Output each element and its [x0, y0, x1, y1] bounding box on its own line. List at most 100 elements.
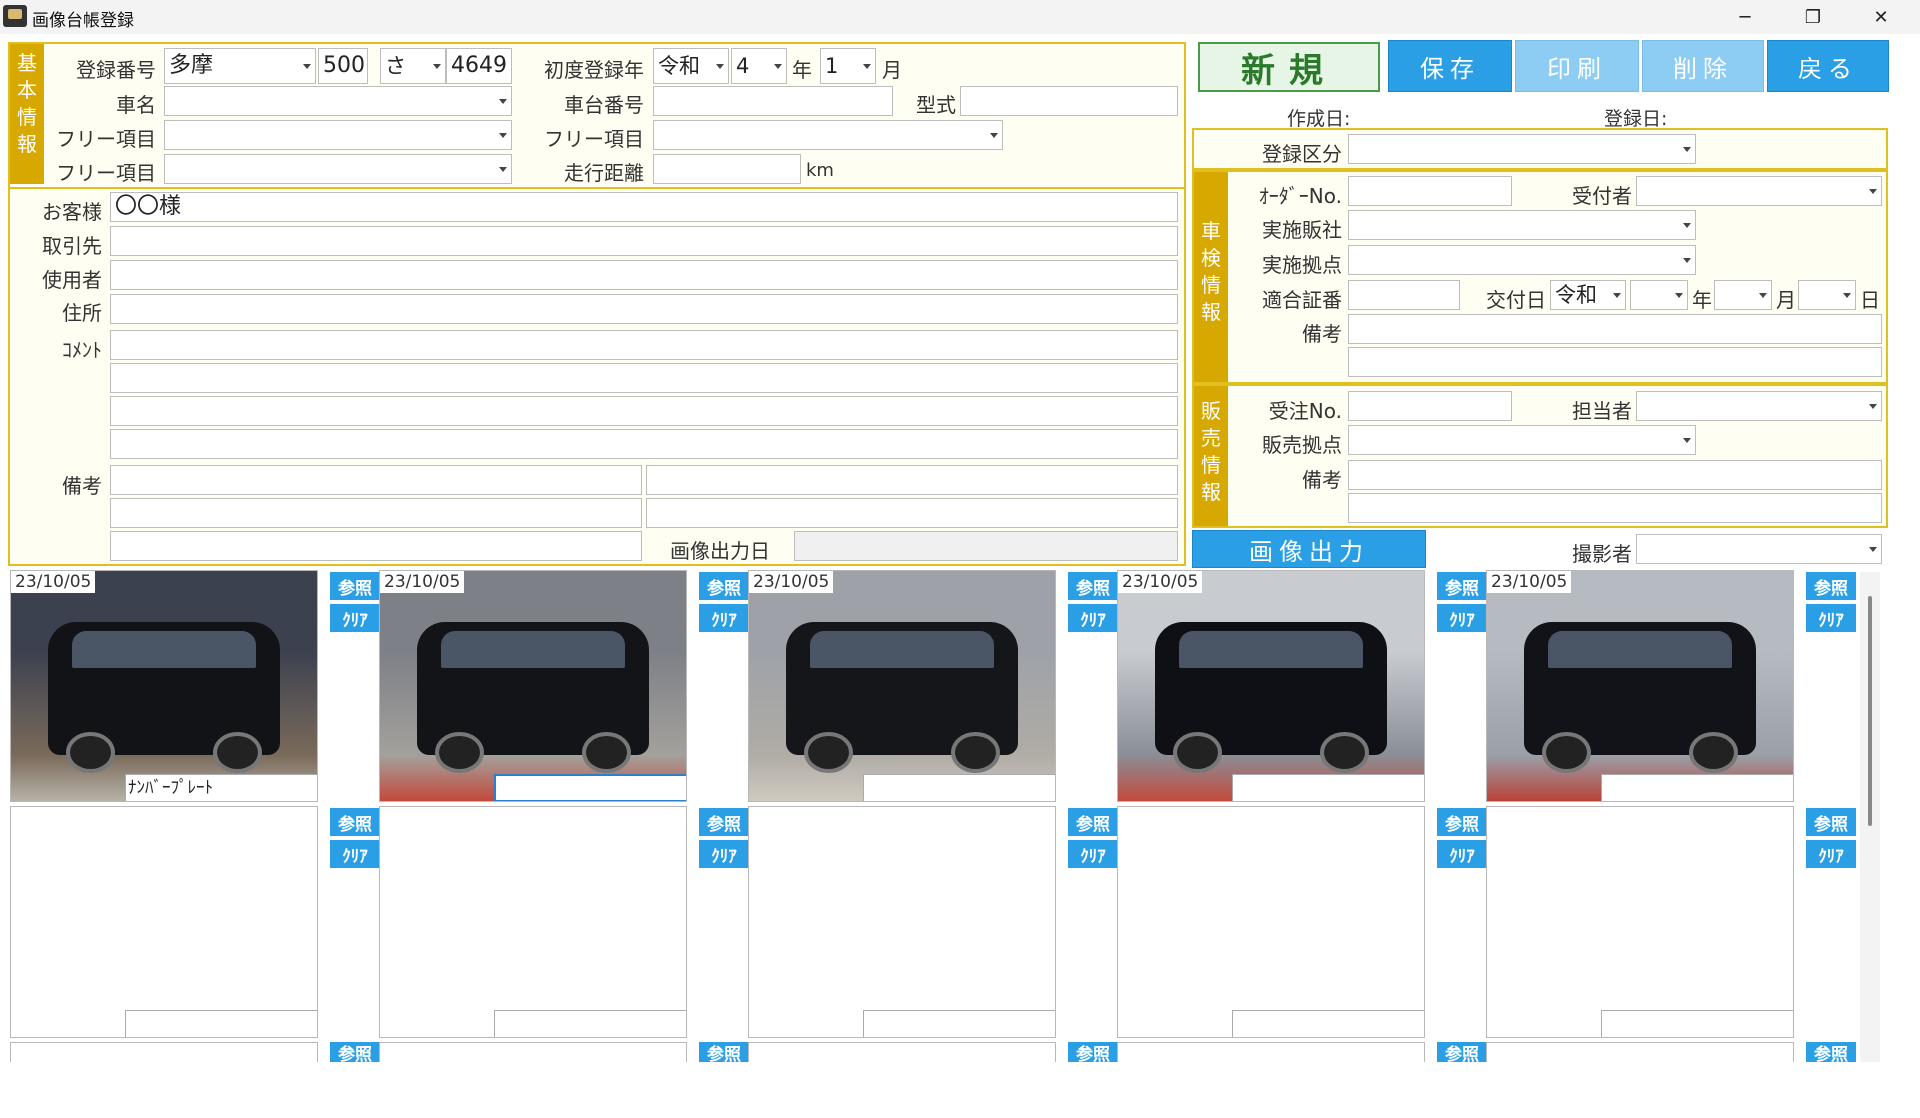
photo-caption-field[interactable]: ﾅﾝﾊﾞｰﾌﾟﾚｰﾄ	[125, 774, 317, 801]
address-field[interactable]	[110, 294, 1178, 324]
print-button[interactable]: 印刷	[1515, 40, 1639, 92]
photo-ref-button[interactable]: 参照	[1806, 808, 1856, 836]
cert-field[interactable]	[1348, 280, 1460, 310]
photo-slot[interactable]: 23/10/05	[748, 570, 1056, 802]
photo-slot[interactable]	[1486, 806, 1794, 1038]
close-icon[interactable]: ✕	[1852, 0, 1910, 34]
photo-caption-field[interactable]	[863, 1010, 1055, 1037]
photo-ref-button[interactable]: 参照	[699, 572, 749, 600]
image-output-button[interactable]: 画像出力	[1192, 530, 1426, 568]
photo-slot[interactable]	[748, 806, 1056, 1038]
mileage-field[interactable]	[653, 154, 801, 184]
photo-ref-button[interactable]: 参照	[330, 808, 380, 836]
notes-field-3[interactable]	[110, 498, 642, 528]
car-name-select[interactable]	[164, 86, 512, 116]
photo-slot[interactable]: 23/10/05	[379, 570, 687, 802]
save-button[interactable]: 保存	[1388, 40, 1512, 92]
photo-caption-field[interactable]	[1232, 774, 1424, 801]
inspection-notes-field-1[interactable]	[1348, 314, 1882, 344]
comment-field-1[interactable]	[110, 330, 1178, 360]
photo-ref-button[interactable]: 参照	[1806, 572, 1856, 600]
photo-ref-button[interactable]: 参照	[330, 572, 380, 600]
photographer-select[interactable]	[1636, 534, 1882, 564]
model-field[interactable]	[960, 86, 1178, 116]
photo-scrollbar-thumb[interactable]	[1868, 596, 1872, 826]
photo-clear-button[interactable]: ｸﾘｱ	[699, 840, 749, 868]
sales-base-select[interactable]	[1348, 425, 1696, 455]
comment-field-3[interactable]	[110, 396, 1178, 426]
photo-ref-button[interactable]: 参照	[699, 1042, 749, 1065]
notes-field-1[interactable]	[110, 465, 642, 495]
issue-year-select[interactable]	[1630, 280, 1688, 310]
sales-notes-field-1[interactable]	[1348, 460, 1882, 490]
photo-caption-field[interactable]	[1232, 1010, 1424, 1037]
photo-clear-button[interactable]: ｸﾘｱ	[330, 604, 380, 632]
photo-clear-button[interactable]: ｸﾘｱ	[1437, 840, 1487, 868]
inspection-notes-field-2[interactable]	[1348, 347, 1882, 377]
notes-field-4[interactable]	[646, 498, 1178, 528]
issue-month-select[interactable]	[1714, 280, 1772, 310]
staff-select[interactable]	[1636, 391, 1882, 421]
photo-clear-button[interactable]: ｸﾘｱ	[1806, 840, 1856, 868]
photo-caption-field[interactable]	[1601, 774, 1793, 801]
photo-clear-button[interactable]: ｸﾘｱ	[1806, 604, 1856, 632]
free-item2-select[interactable]	[164, 154, 512, 184]
photo-caption-field[interactable]	[494, 774, 686, 801]
year-select[interactable]: 4	[731, 48, 787, 84]
sales-order-no-field[interactable]	[1348, 391, 1512, 421]
order-no-field[interactable]	[1348, 176, 1512, 206]
customer-field[interactable]: 〇〇様	[110, 192, 1178, 222]
photo-clear-button[interactable]: ｸﾘｱ	[1068, 604, 1118, 632]
company-select[interactable]	[1348, 210, 1696, 240]
photo-ref-button[interactable]: 参照	[1806, 1042, 1856, 1065]
photo-ref-button[interactable]: 参照	[1437, 572, 1487, 600]
reg-area-select[interactable]: 多摩	[164, 48, 316, 84]
photo-ref-button[interactable]: 参照	[1068, 572, 1118, 600]
photo-ref-button[interactable]: 参照	[1068, 1042, 1118, 1065]
photo-slot[interactable]: 23/10/05	[1117, 570, 1425, 802]
chassis-field[interactable]	[653, 86, 893, 116]
user-field[interactable]	[110, 260, 1178, 290]
photo-caption-field[interactable]	[1601, 1010, 1793, 1037]
base-select[interactable]	[1348, 245, 1696, 275]
photo-caption-field[interactable]	[494, 1010, 686, 1037]
photo-caption-field[interactable]	[863, 774, 1055, 801]
restore-icon[interactable]: ❐	[1784, 0, 1842, 34]
back-button[interactable]: 戻る	[1767, 40, 1889, 92]
issue-day-select[interactable]	[1798, 280, 1856, 310]
free-item1-select[interactable]	[164, 120, 512, 150]
receptionist-select[interactable]	[1636, 176, 1882, 206]
photo-slot[interactable]	[379, 806, 687, 1038]
reg-type-select[interactable]	[1348, 134, 1696, 164]
delete-button[interactable]: 削除	[1642, 40, 1764, 92]
photo-slot[interactable]	[1117, 806, 1425, 1038]
photo-ref-button[interactable]: 参照	[699, 808, 749, 836]
photo-slot[interactable]: 23/10/05 ﾅﾝﾊﾞｰﾌﾟﾚｰﾄ	[10, 570, 318, 802]
reg-serial-field[interactable]: 4649	[446, 48, 512, 84]
photo-clear-button[interactable]: ｸﾘｱ	[330, 840, 380, 868]
photo-clear-button[interactable]: ｸﾘｱ	[699, 604, 749, 632]
notes-field-5[interactable]	[110, 531, 642, 561]
reg-class-field[interactable]: 500	[318, 48, 368, 84]
reg-kana-select[interactable]: さ	[380, 48, 446, 84]
photo-clear-button[interactable]: ｸﾘｱ	[1437, 604, 1487, 632]
comment-field-2[interactable]	[110, 363, 1178, 393]
month-select[interactable]: 1	[820, 48, 876, 84]
comment-field-4[interactable]	[110, 429, 1178, 459]
client-field[interactable]	[110, 226, 1178, 256]
photo-slot[interactable]	[10, 806, 318, 1038]
notes-field-2[interactable]	[646, 465, 1178, 495]
photo-slot[interactable]: 23/10/05	[1486, 570, 1794, 802]
free-item3-select[interactable]	[653, 120, 1003, 150]
minimize-icon[interactable]: ─	[1716, 0, 1774, 34]
era-select[interactable]: 令和	[653, 48, 729, 84]
photo-ref-button[interactable]: 参照	[330, 1042, 380, 1065]
sales-notes-field-2[interactable]	[1348, 493, 1882, 523]
photo-clear-button[interactable]: ｸﾘｱ	[1068, 840, 1118, 868]
issue-era-select[interactable]: 令和	[1550, 280, 1626, 310]
photo-caption-field[interactable]	[125, 1010, 317, 1037]
photo-ref-button[interactable]: 参照	[1437, 808, 1487, 836]
photo-ref-button[interactable]: 参照	[1437, 1042, 1487, 1065]
new-button[interactable]: 新規	[1198, 42, 1380, 92]
photo-ref-button[interactable]: 参照	[1068, 808, 1118, 836]
